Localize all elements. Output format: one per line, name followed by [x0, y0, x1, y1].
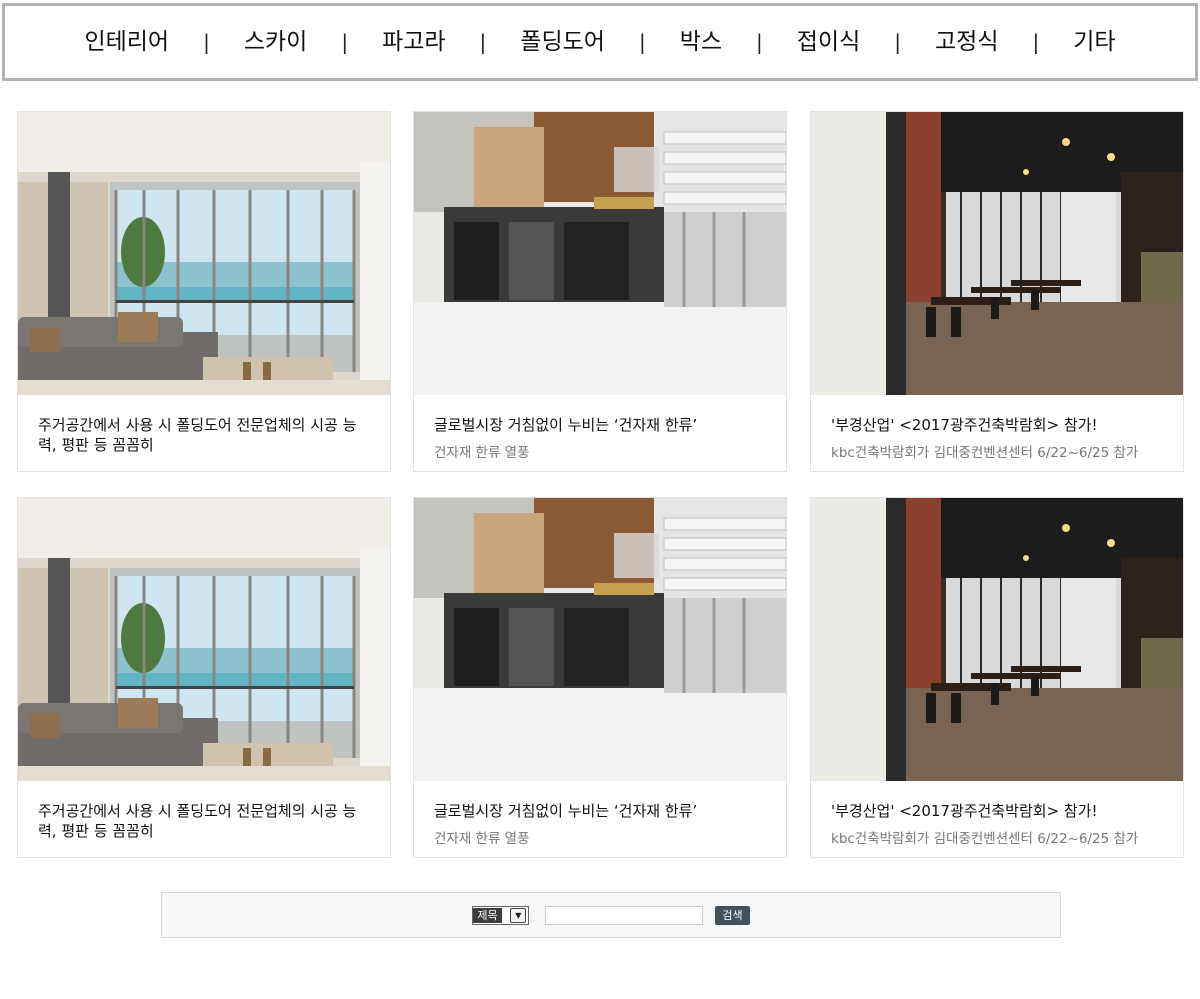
nav-item-interior[interactable]: 인테리어: [50, 30, 203, 54]
post-subtitle: kbc건축박람회가 김대중컨벤션센터 6/22~6/25 참가: [831, 831, 1139, 847]
chevron-down-icon[interactable]: ▼: [510, 907, 527, 923]
post-subtitle: kbc건축박람회가 김대중컨벤션센터 6/22~6/25 참가: [831, 445, 1139, 461]
post-card[interactable]: '부경산업' <2017광주건축박람회> 참가! kbc건축박람회가 김대중컨벤…: [810, 111, 1184, 472]
nav-item-folding-door[interactable]: 폴딩도어: [486, 30, 639, 54]
nav-item-foldable[interactable]: 접이식: [763, 30, 894, 54]
post-title[interactable]: 글로벌시장 거침없이 누비는 ‘건자재 한류’: [434, 801, 768, 821]
post-title[interactable]: 주거공간에서 사용 시 폴딩도어 전문업체의 시공 능력, 평판 등 꼼꼼히: [38, 415, 372, 455]
post-card[interactable]: 주거공간에서 사용 시 폴딩도어 전문업체의 시공 능력, 평판 등 꼼꼼히: [17, 497, 391, 858]
search-button[interactable]: 검색: [715, 905, 750, 925]
search-input[interactable]: [545, 905, 704, 925]
post-subtitle: 건자재 한류 열풍: [434, 445, 530, 461]
post-title[interactable]: '부경산업' <2017광주건축박람회> 참가!: [831, 415, 1165, 435]
nav-separator: |: [894, 30, 901, 54]
category-nav: 인테리어 | 스카이 | 파고라 | 폴딩도어 | 박스 | 접이식 | 고정식 | 기타: [2, 3, 1198, 81]
post-title[interactable]: '부경산업' <2017광주건축박람회> 참가!: [831, 801, 1165, 821]
post-card[interactable]: 주거공간에서 사용 시 폴딩도어 전문업체의 시공 능력, 평판 등 꼼꼼히: [17, 111, 391, 472]
post-thumbnail-aluminum-profiles[interactable]: [414, 498, 786, 781]
post-thumbnail-cafe-interior[interactable]: [811, 112, 1183, 395]
nav-separator: |: [1032, 30, 1040, 54]
post-thumbnail-aluminum-profiles[interactable]: [414, 112, 786, 395]
nav-item-box[interactable]: 박스: [646, 30, 756, 54]
post-card[interactable]: '부경산업' <2017광주건축박람회> 참가! kbc건축박람회가 김대중컨벤…: [810, 497, 1184, 858]
search-bar: 제목 ▼ 검색: [161, 892, 1061, 938]
search-field-select[interactable]: 제목 ▼: [472, 905, 530, 925]
nav-separator: |: [341, 30, 349, 54]
search-field-selected: 제목: [473, 907, 502, 923]
nav-item-etc[interactable]: 기타: [1039, 30, 1149, 54]
post-card[interactable]: 글로벌시장 거침없이 누비는 ‘건자재 한류’ 건자재 한류 열풍: [413, 497, 787, 858]
post-title[interactable]: 글로벌시장 거침없이 누비는 ‘건자재 한류’: [434, 415, 768, 435]
nav-separator: |: [203, 30, 210, 54]
post-thumbnail-living-room[interactable]: [18, 112, 390, 395]
nav-separator: |: [479, 30, 487, 54]
nav-separator: |: [638, 30, 646, 54]
post-title[interactable]: 주거공간에서 사용 시 폴딩도어 전문업체의 시공 능력, 평판 등 꼼꼼히: [38, 801, 372, 841]
post-card[interactable]: 글로벌시장 거침없이 누비는 ‘건자재 한류’ 건자재 한류 열풍: [413, 111, 787, 472]
category-nav-list: 인테리어 | 스카이 | 파고라 | 폴딩도어 | 박스 | 접이식 | 고정식 | 기타: [50, 30, 1149, 54]
nav-item-fixed[interactable]: 고정식: [901, 30, 1032, 54]
post-thumbnail-cafe-interior[interactable]: [811, 498, 1183, 781]
nav-item-pergola[interactable]: 파고라: [348, 30, 479, 54]
nav-separator: |: [756, 30, 763, 54]
nav-item-sky[interactable]: 스카이: [210, 30, 341, 54]
post-subtitle: 건자재 한류 열풍: [434, 831, 530, 847]
post-thumbnail-living-room[interactable]: [18, 498, 390, 781]
